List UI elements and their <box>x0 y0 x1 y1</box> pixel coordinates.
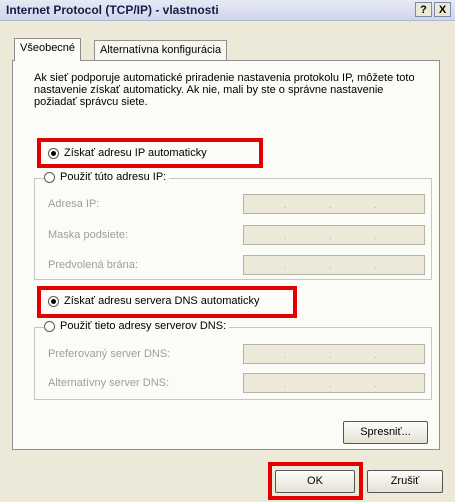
obtain-dns-auto-option[interactable]: Získať adresu servera DNS automaticky <box>48 295 259 307</box>
obtain-ip-auto-option[interactable]: Získať adresu IP automaticky <box>48 147 207 159</box>
ip-address-label: Adresa IP: <box>48 198 100 210</box>
use-dns-radio[interactable] <box>44 320 55 332</box>
alternate-dns-input[interactable]: ... <box>243 373 425 393</box>
use-ip-option[interactable]: Použiť túto adresu IP: <box>44 171 170 183</box>
alternate-dns-label: Alternatívny server DNS: <box>48 377 170 389</box>
use-dns-label: Použiť tieto adresy serverov DNS: <box>60 320 227 332</box>
ip-address-input[interactable]: ... <box>243 194 425 214</box>
help-button[interactable]: ? <box>415 2 432 17</box>
subnet-mask-label: Maska podsiete: <box>48 229 129 241</box>
obtain-ip-auto-radio[interactable] <box>48 147 59 159</box>
use-ip-label: Použiť túto adresu IP: <box>60 171 167 183</box>
cancel-button[interactable]: Zrušiť <box>367 470 443 493</box>
obtain-dns-auto-radio[interactable] <box>48 295 59 307</box>
use-dns-option[interactable]: Použiť tieto adresy serverov DNS: <box>44 320 230 332</box>
use-ip-radio[interactable] <box>44 171 55 183</box>
obtain-dns-auto-label: Získať adresu servera DNS automaticky <box>64 295 260 307</box>
close-button[interactable]: X <box>434 2 451 17</box>
title-bar: Internet Protocol (TCP/IP) - vlastnosti … <box>0 0 455 21</box>
tcpip-properties-dialog: Internet Protocol (TCP/IP) - vlastnosti … <box>0 0 455 502</box>
default-gateway-input[interactable]: ... <box>243 255 425 275</box>
tab-alternate-configuration[interactable]: Alternatívna konfigurácia <box>94 40 228 61</box>
subnet-mask-input[interactable]: ... <box>243 225 425 245</box>
obtain-ip-auto-label: Získať adresu IP automaticky <box>64 147 207 159</box>
tab-general[interactable]: Všeobecné <box>14 38 82 61</box>
description-text: Ak sieť podporuje automatické priradenie… <box>34 72 415 108</box>
default-gateway-label: Predvolená brána: <box>48 259 138 271</box>
window-title: Internet Protocol (TCP/IP) - vlastnosti <box>6 3 219 17</box>
preferred-dns-input[interactable]: ... <box>243 344 425 364</box>
preferred-dns-label: Preferovaný server DNS: <box>48 348 171 360</box>
advanced-button[interactable]: Spresniť... <box>343 421 428 444</box>
ok-button[interactable]: OK <box>275 470 355 493</box>
